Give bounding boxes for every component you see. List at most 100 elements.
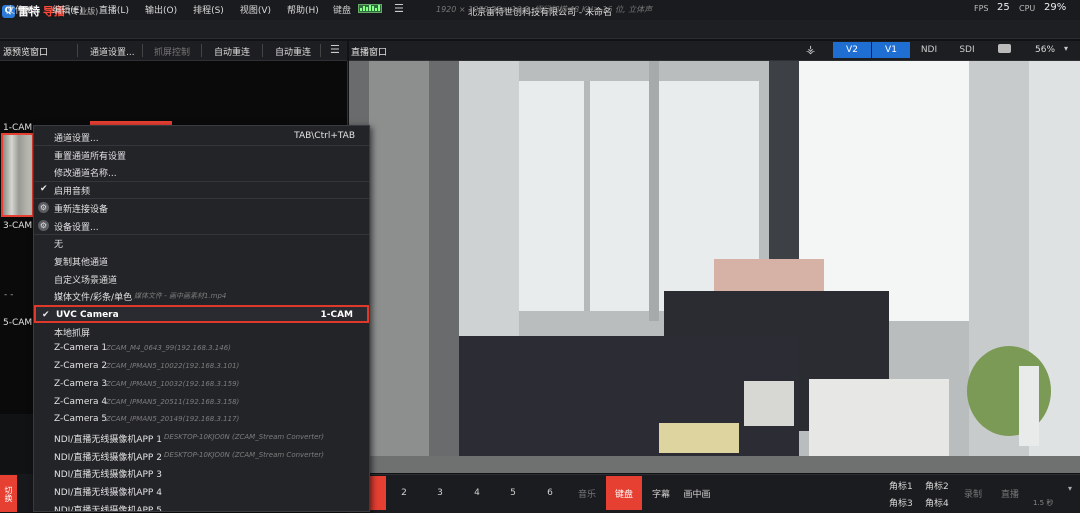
record-button[interactable]: 录制	[955, 476, 991, 510]
context-menu-item-label: Z-Camera 2	[54, 361, 108, 372]
menu-output[interactable]: 输出(O)	[145, 3, 177, 16]
context-menu-item-label: NDI/直播无线摄像机APP 2	[54, 452, 162, 463]
context-menu-item[interactable]: Z-Camera 1 ZCAM_M4_0643_99(192.168.3.146)	[34, 340, 369, 358]
context-menu-item[interactable]: ⚙ 重新连接设备	[34, 199, 369, 217]
audio-meter-icon	[358, 4, 382, 13]
preview-title: 源预览窗口	[3, 48, 49, 58]
menu-view[interactable]: 视图(V)	[240, 3, 271, 16]
fps-label: FPS	[974, 4, 989, 13]
zoom-level[interactable]: 56%	[1035, 45, 1055, 55]
context-menu-item-source: 媒体文件 - 画中画素材1.mp4	[134, 292, 227, 301]
transition-dropdown-icon[interactable]: ▾	[1068, 484, 1072, 493]
context-menu-item[interactable]: NDI/直播无线摄像机APP 3	[34, 464, 369, 482]
context-menu-item[interactable]: Z-Camera 2 ZCAM_IPMAN5_10022(192.168.3.10…	[34, 358, 369, 376]
context-menu-item-label: NDI/直播无线摄像机APP 5	[54, 505, 162, 512]
cpu-value: 29%	[1044, 2, 1067, 13]
menu-edit[interactable]: 编辑(E)	[52, 3, 83, 16]
output-v2-button[interactable]: V2	[833, 42, 871, 58]
context-menu-item[interactable]: NDI/直播无线摄像机APP 4	[34, 482, 369, 500]
video-format-info: 1920 × 1080 25p, 16:9, 逐行扫描 48 KHz, 16 位…	[436, 5, 653, 14]
context-menu-item[interactable]: 本地抓屏	[34, 323, 369, 341]
pip-button[interactable]: 画中画	[679, 476, 715, 510]
divider	[201, 44, 202, 57]
keyboard-label[interactable]: 键盘	[333, 3, 351, 16]
context-menu-item[interactable]: 修改通道名称...	[34, 163, 369, 181]
context-menu-item-label: 无	[54, 240, 64, 251]
channel-3-button[interactable]: 3	[422, 476, 458, 510]
context-menu-item-label: 设备设置...	[54, 222, 99, 233]
context-menu-item[interactable]: Z-Camera 5 ZCAM_IPMAN5_20149(192.168.3.11…	[34, 411, 369, 429]
context-menu-item-shortcut: TAB\Ctrl+TAB	[294, 131, 355, 141]
output-v1-button[interactable]: V1	[872, 42, 910, 58]
context-menu-item[interactable]: NDI/直播无线摄像机APP 1 DESKTOP-10KJO0N (ZCAM_St…	[34, 429, 369, 447]
menu-schedule[interactable]: 排程(S)	[193, 3, 224, 16]
context-menu-item-label: Z-Camera 1	[54, 343, 108, 354]
live-button[interactable]: 直播	[992, 476, 1028, 510]
cam-label-3: 3-CAM	[3, 221, 33, 231]
gear-icon: ⚙	[38, 201, 49, 213]
context-menu-item-shortcut: 1-CAM	[320, 310, 353, 320]
context-menu-item-source: ZCAM_IPMAN5_10032(192.168.3.159)	[106, 379, 240, 388]
keyboard-button[interactable]: 键盘	[606, 476, 642, 510]
logo-3-button[interactable]: 角标3	[889, 496, 913, 509]
checkmark-icon: ✔	[40, 184, 48, 195]
context-menu-item[interactable]: 重置通道所有设置	[34, 146, 369, 164]
context-menu-item[interactable]: 复制其他通道	[34, 252, 369, 270]
transition-speed[interactable]: 1.5 秒	[1033, 498, 1053, 508]
channel-2-button[interactable]: 2	[386, 476, 422, 510]
music-button[interactable]: 音乐	[569, 476, 605, 510]
context-menu-item-source: ZCAM_M4_0643_99(192.168.3.146)	[106, 344, 231, 353]
program-video-scene	[349, 61, 1080, 473]
context-menu-item[interactable]: 无	[34, 234, 369, 252]
channel-settings-button[interactable]: 通道设置...	[90, 45, 135, 58]
logo-1-button[interactable]: 角标1	[889, 479, 913, 492]
menu-help[interactable]: 帮助(H)	[287, 3, 319, 16]
menu-live[interactable]: 直播(L)	[99, 3, 129, 16]
gear-icon: ⚙	[38, 219, 49, 231]
context-menu-item-label: NDI/直播无线摄像机APP 1	[54, 434, 162, 445]
context-menu-item-label: NDI/直播无线摄像机APP 4	[54, 488, 162, 498]
context-menu-item[interactable]: 通道设置... TAB\Ctrl+TAB	[34, 128, 369, 146]
channel-5-button[interactable]: 5	[495, 476, 531, 510]
context-menu-item[interactable]: ✔ UVC Camera 1-CAM	[34, 305, 369, 323]
context-menu-item[interactable]: 媒体文件/彩条/单色 媒体文件 - 画中画素材1.mp4	[34, 287, 369, 305]
context-menu-item-label: UVC Camera	[56, 310, 119, 320]
switch-tab[interactable]: 切换	[0, 475, 17, 512]
context-menu-item[interactable]: ⚙ 设备设置...	[34, 217, 369, 235]
channel-4-button[interactable]: 4	[459, 476, 495, 510]
cam-label-1: 1-CAM	[3, 123, 33, 133]
output-sdi-button[interactable]: SDI	[948, 42, 986, 58]
auto-reconnect-button-2[interactable]: 自动重连	[275, 45, 311, 58]
menu-file[interactable]: 文件(F)	[6, 3, 36, 16]
program-title: 直播窗口	[351, 48, 388, 58]
context-menu-item-source: ZCAM_IPMAN5_10022(192.168.3.101)	[106, 362, 240, 371]
divider	[262, 44, 263, 57]
context-menu-item[interactable]: 自定义场景通道	[34, 270, 369, 288]
context-menu-item-label: 媒体文件/彩条/单色	[54, 293, 133, 304]
grab-control-button[interactable]: 抓屏控制	[154, 45, 190, 58]
context-menu-item-label: NDI/直播无线摄像机APP 3	[54, 470, 162, 481]
chat-icon[interactable]	[998, 44, 1011, 53]
context-menu-item[interactable]: Z-Camera 4 ZCAM_IPMAN5_20511(192.168.3.15…	[34, 394, 369, 412]
context-menu-item-label: Z-Camera 4	[54, 396, 108, 407]
context-menu-item[interactable]: NDI/直播无线摄像机APP 5	[34, 500, 369, 512]
zoom-chevron-icon[interactable]: ▾	[1064, 44, 1068, 53]
output-ndi-button[interactable]: NDI	[910, 42, 948, 58]
context-menu-item[interactable]: Z-Camera 3 ZCAM_IPMAN5_10032(192.168.3.15…	[34, 376, 369, 394]
channel-6-button[interactable]: 6	[532, 476, 568, 510]
subtitle-button[interactable]: 字幕	[643, 476, 679, 510]
fps-value: 25	[997, 2, 1010, 13]
context-menu-item-label: 通道设置...	[54, 134, 99, 144]
preview-menu-icon[interactable]: ☰	[330, 43, 340, 56]
context-menu-item-label: Z-Camera 5	[54, 414, 108, 425]
hamburger-menu-icon[interactable]: ☰	[394, 2, 404, 15]
context-menu-item[interactable]: ✔ 启用音频	[34, 181, 369, 199]
context-menu-item[interactable]: NDI/直播无线摄像机APP 2 DESKTOP-10KJO0N (ZCAM_St…	[34, 447, 369, 465]
logo-2-button[interactable]: 角标2	[925, 479, 949, 492]
cpu-label: CPU	[1019, 4, 1036, 13]
cam-1-thumbnail[interactable]	[1, 133, 34, 217]
broadcast-tower-icon[interactable]: ⚶	[806, 43, 815, 56]
logo-4-button[interactable]: 角标4	[925, 496, 949, 509]
context-menu-item-label: 启用音频	[54, 187, 91, 198]
auto-reconnect-button-1[interactable]: 自动重连	[214, 45, 250, 58]
